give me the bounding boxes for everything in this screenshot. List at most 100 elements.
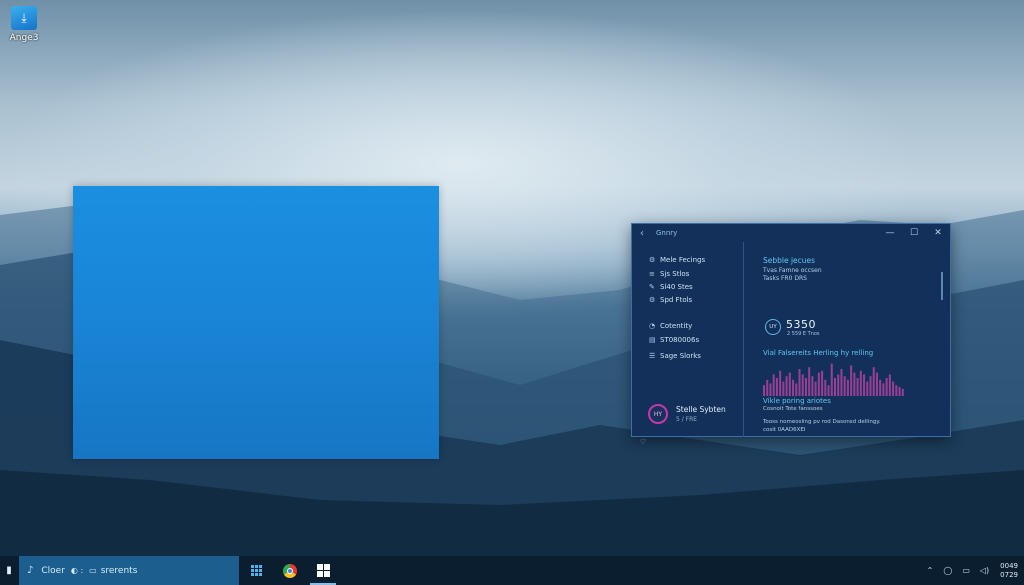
chart-bar — [795, 383, 798, 396]
scrollbar[interactable] — [941, 272, 943, 300]
start-button[interactable]: ▮ — [0, 556, 18, 585]
chart-bar — [824, 379, 827, 396]
chart-bar — [872, 367, 875, 396]
chart-bar — [792, 379, 795, 396]
search-text: Cloer — [41, 565, 65, 576]
stat-value: 5350 — [786, 318, 816, 331]
sliders-icon: ≡ — [649, 270, 655, 278]
sidebar-item-label: Sl40 Stes — [660, 283, 693, 291]
search-box[interactable]: ♪ Cloer ◐ : ▭ srerents — [19, 556, 239, 585]
chart-bar — [834, 378, 836, 396]
chart-bar — [763, 385, 765, 396]
system-tray: ⌃ ◯ ▭ ◁) 0049 0729 — [922, 556, 1018, 585]
sidebar-item-label: Cotentity — [660, 322, 693, 330]
grid-app-icon[interactable] — [243, 556, 269, 585]
settings-window[interactable]: ‹ Gnnry — ☐ ✕ ⚙ Mele Fecings ≡ Sjs Stlos… — [631, 223, 951, 446]
chart-bar — [885, 378, 888, 396]
chart-bar — [901, 388, 904, 396]
maximize-button[interactable]: ☐ — [902, 224, 926, 242]
chart-bar — [875, 372, 878, 396]
sidebar-item-sjs-stlos[interactable]: ≡ Sjs Stlos — [649, 270, 689, 278]
sidebar-item-label: Mele Fecings — [660, 256, 706, 264]
search-extra-text: srerents — [100, 565, 138, 576]
footer-description: cosit 0AAD6XEI — [763, 427, 806, 433]
chart-bar — [869, 376, 872, 396]
chart-bar — [856, 378, 859, 396]
clock[interactable]: 0049 0729 — [1000, 562, 1018, 580]
windows-icon[interactable] — [310, 556, 336, 585]
chart-bar — [898, 387, 901, 396]
chart-bar — [775, 378, 778, 396]
sidebar-item-sage-slorks[interactable]: ☰ Sage Slorks — [649, 352, 701, 360]
blank-blue-window[interactable] — [73, 186, 439, 459]
sidebar-item-label: Sage Slorks — [660, 352, 701, 360]
sidebar-item-spd-ftols[interactable]: ⚙ Spd Ftols — [649, 296, 692, 304]
sidebar-item-cotentity[interactable]: ◔ Cotentity — [649, 322, 692, 330]
storage-icon: ▤ — [649, 336, 656, 344]
chart-bar — [888, 374, 891, 396]
desktop-icon-label: Ange3 — [9, 33, 39, 43]
filter-icon: ◐ : — [70, 566, 84, 575]
gear-icon: ⚙ — [649, 296, 656, 304]
chart-bar — [866, 381, 869, 396]
chart-title: Vial Falsereits Herling hy relling — [763, 349, 874, 357]
sidebar-item-st080006s[interactable]: ▤ ST080006s — [649, 336, 699, 344]
chart-bar — [879, 379, 882, 396]
chart-bar — [882, 383, 885, 396]
back-arrow-icon[interactable]: ‹ — [632, 228, 652, 239]
avatar: HY — [648, 404, 668, 424]
battery-icon[interactable]: ▭ — [962, 566, 970, 575]
taskbar: ▮ ♪ Cloer ◐ : ▭ srerents ⌃ ◯ ▭ ◁) 0049 0… — [0, 556, 1024, 585]
chart-bar — [846, 379, 849, 396]
chart-bar — [779, 370, 782, 396]
chrome-icon[interactable] — [277, 556, 303, 585]
chart-bar — [863, 374, 866, 396]
minimize-button[interactable]: — — [878, 224, 902, 242]
chart-bar — [772, 374, 775, 396]
user-icon: ◔ — [649, 322, 656, 330]
user-profile[interactable]: HY Stelle Sybten 5 / FRE — [648, 404, 726, 424]
chart-bar — [766, 379, 769, 396]
chart-bar — [785, 376, 788, 396]
stat-subtext: 2 559 E Tnos — [787, 331, 820, 337]
chart-bar — [895, 385, 898, 396]
window-title: Gnnry — [656, 229, 678, 237]
window-titlebar[interactable]: ‹ Gnnry — ☐ ✕ — [632, 224, 950, 242]
stat-badge: UY — [765, 319, 781, 335]
chart-bar — [769, 383, 772, 396]
window-content: Sebble jecues Tvas Famne occsen Tasks FR… — [745, 242, 945, 437]
chart-bar — [808, 367, 811, 396]
sidebar-item-mele-fecings[interactable]: ⚙ Mele Fecings — [649, 256, 705, 264]
footer-description: Tooss nomeosling pv rod Dasonsd dellingy… — [763, 419, 881, 425]
clock-date: 0729 — [1000, 570, 1018, 579]
chart-bar — [817, 372, 820, 396]
heart-icon[interactable]: ♡ — [640, 438, 646, 446]
footer-subtext: Cosnoit Tote fanssoes — [763, 406, 823, 412]
content-heading: Sebble jecues — [763, 256, 816, 265]
chart-bar — [843, 376, 846, 396]
profile-name: Stelle Sybten — [676, 405, 726, 414]
content-subtext: Tvas Famne occsen — [763, 267, 822, 274]
chart-bar — [840, 369, 843, 396]
volume-icon[interactable]: ◁) — [980, 566, 989, 575]
chart-bar — [830, 363, 833, 396]
chart-bar — [801, 374, 804, 396]
profile-sub: 5 / FRE — [676, 416, 698, 423]
settings-icon: ⚙ — [649, 256, 656, 264]
chart-bar — [853, 372, 856, 396]
network-icon[interactable]: ◯ — [943, 566, 952, 575]
clock-time: 0049 — [1000, 561, 1018, 570]
desktop-icon-ange3[interactable]: ⤓ Ange3 — [4, 6, 44, 43]
microphone-icon[interactable]: ♪ — [27, 565, 33, 576]
chart-bar — [892, 381, 895, 396]
chart-bar — [798, 369, 801, 396]
chart-bar — [850, 365, 853, 396]
sidebar-item-label: Sjs Stlos — [660, 270, 690, 278]
chart-bar — [814, 381, 817, 396]
close-button[interactable]: ✕ — [926, 224, 950, 242]
sidebar-item-sl40-stes[interactable]: ✎ Sl40 Stes — [649, 283, 693, 291]
chart-bar — [804, 378, 807, 396]
content-subtext: Tasks FR0 DRS — [763, 275, 807, 282]
chevron-up-icon[interactable]: ⌃ — [927, 566, 934, 575]
chart-bar — [782, 381, 785, 396]
